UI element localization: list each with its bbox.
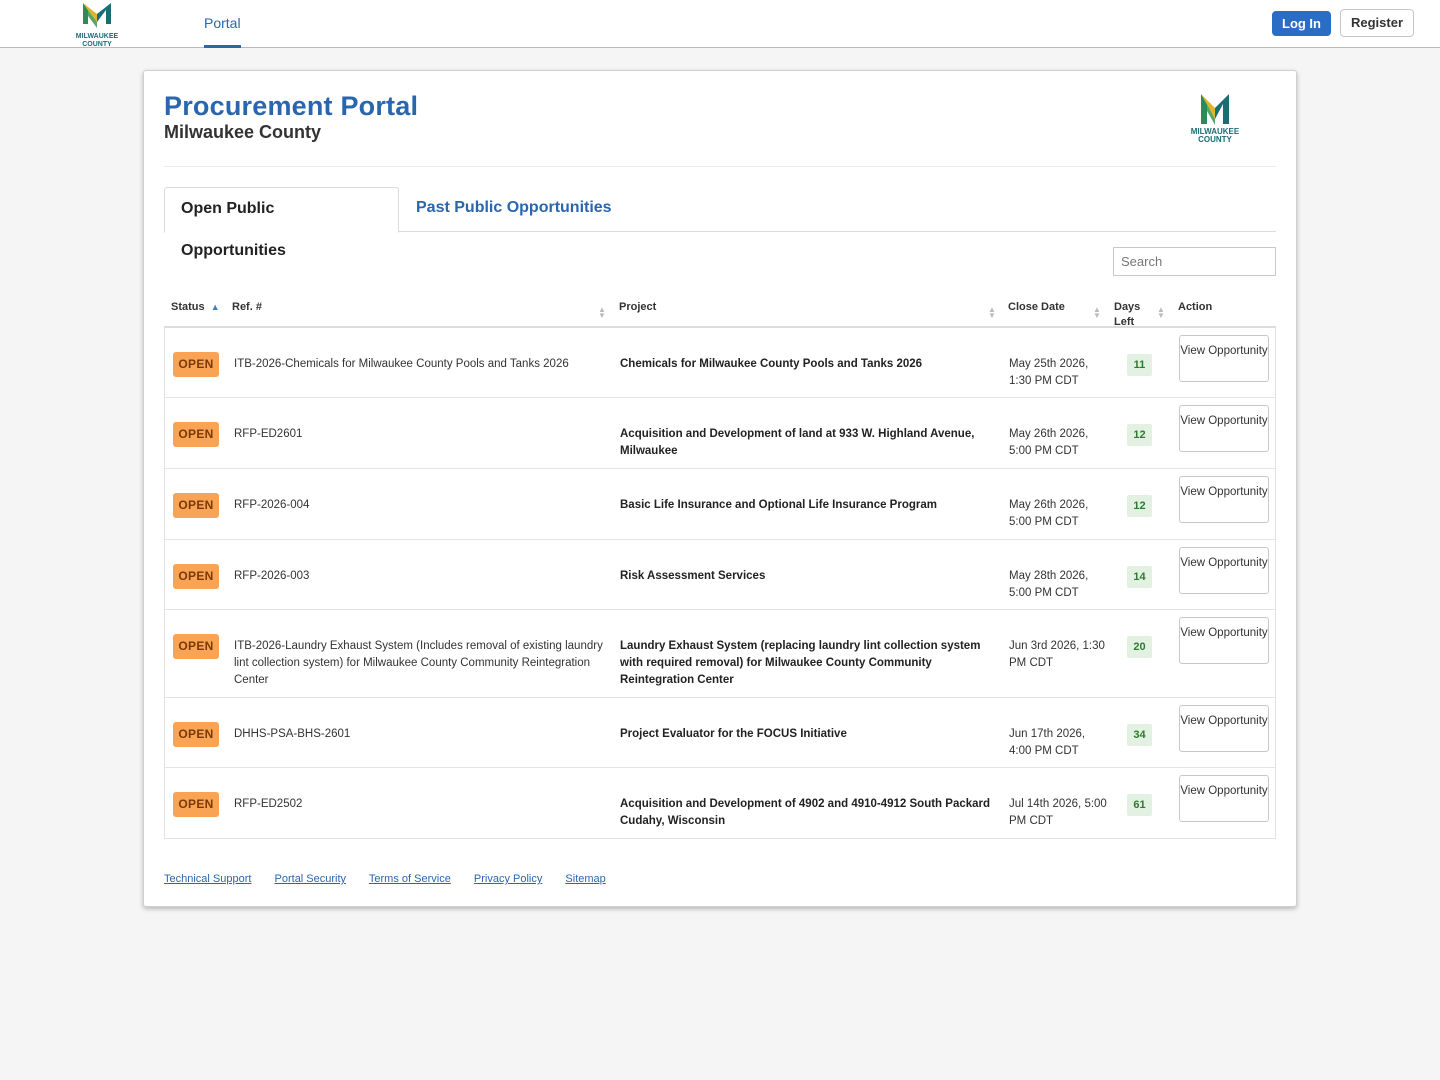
column-status-label: Status	[171, 301, 205, 313]
top-navbar: MILWAUKEE COUNTY Portal Log In Register	[0, 0, 1440, 48]
sort-icon[interactable]: ▲ ▼	[988, 306, 996, 320]
view-opportunity-button[interactable]: View Opportunity	[1179, 405, 1269, 452]
footer-link-portal-security[interactable]: Portal Security	[275, 873, 347, 885]
table-row: OPEN ITB-2026-Chemicals for Milwaukee Co…	[165, 328, 1275, 398]
status-badge: OPEN	[173, 352, 219, 377]
close-date: May 28th 2026, 5:00 PM CDT	[1009, 570, 1089, 599]
opportunity-tabs: Open Public Opportunities Past Public Op…	[164, 187, 1276, 259]
logo-text-line1: MILWAUKEE	[76, 33, 119, 40]
close-date: Jul 14th 2026, 5:00 PM CDT	[1009, 798, 1107, 827]
sort-icon[interactable]: ▲ ▼	[1157, 306, 1165, 320]
close-date: May 26th 2026, 5:00 PM CDT	[1009, 428, 1089, 457]
ref-number: RFP-ED2601	[234, 428, 303, 440]
table-row: OPEN RFP-2026-004 Basic Life Insurance a…	[165, 469, 1275, 540]
column-ref-label: Ref. #	[232, 301, 262, 313]
status-badge: OPEN	[173, 792, 219, 817]
status-badge: OPEN	[173, 493, 219, 518]
status-badge: OPEN	[173, 722, 219, 747]
project-name: Basic Life Insurance and Optional Life I…	[620, 499, 937, 511]
log-in-button[interactable]: Log In	[1272, 11, 1331, 36]
footer-link-sitemap[interactable]: Sitemap	[565, 873, 605, 885]
days-left-badge: 61	[1127, 794, 1152, 816]
page-subtitle: Milwaukee County	[164, 122, 322, 142]
column-status[interactable]: Status ▲	[171, 300, 220, 315]
table-row: OPEN DHHS-PSA-BHS-2601 Project Evaluator…	[165, 698, 1275, 768]
footer-link-technical-support[interactable]: Technical Support	[164, 873, 251, 885]
column-days-left[interactable]: Days Left	[1114, 300, 1154, 330]
column-close-date[interactable]: Close Date	[1008, 300, 1065, 315]
view-opportunity-button[interactable]: View Opportunity	[1179, 547, 1269, 594]
view-opportunity-button[interactable]: View Opportunity	[1179, 705, 1269, 752]
tab-past-opportunities[interactable]: Past Public Opportunities	[400, 187, 628, 232]
days-left-badge: 34	[1127, 724, 1152, 746]
days-left-badge: 14	[1127, 566, 1152, 588]
ref-number: ITB-2026-Chemicals for Milwaukee County …	[234, 358, 569, 370]
project-name: Laundry Exhaust System (replacing laundr…	[620, 640, 981, 686]
table-row: OPEN RFP-ED2601 Acquisition and Developm…	[165, 398, 1275, 469]
footer-link-privacy-policy[interactable]: Privacy Policy	[474, 873, 542, 885]
table-row: OPEN RFP-2026-003 Risk Assessment Servic…	[165, 540, 1275, 610]
table-row: OPEN ITB-2026-Laundry Exhaust System (In…	[165, 610, 1275, 698]
logo-text-line2: COUNTY	[82, 41, 112, 48]
project-name: Acquisition and Development of 4902 and …	[620, 798, 991, 827]
column-project[interactable]: Project	[619, 300, 656, 315]
search-input[interactable]	[1113, 247, 1276, 276]
footer-links: Technical Support Portal Security Terms …	[164, 873, 626, 885]
sort-icon[interactable]: ▲ ▼	[598, 306, 606, 320]
page-title: Procurement Portal	[164, 91, 419, 121]
status-badge: OPEN	[173, 634, 219, 659]
view-opportunity-button[interactable]: View Opportunity	[1179, 476, 1269, 523]
sort-asc-icon: ▲	[210, 302, 220, 312]
project-name: Acquisition and Development of land at 9…	[620, 428, 975, 457]
close-date: May 25th 2026, 1:30 PM CDT	[1009, 358, 1089, 387]
column-project-label: Project	[619, 301, 657, 313]
column-close-date-label: Close Date	[1008, 301, 1065, 313]
ref-number: RFP-2026-004	[234, 499, 310, 511]
status-badge: OPEN	[173, 422, 219, 447]
status-badge: OPEN	[173, 564, 219, 589]
ref-number: ITB-2026-Laundry Exhaust System (Include…	[234, 640, 603, 686]
view-opportunity-button[interactable]: View Opportunity	[1179, 617, 1269, 664]
view-opportunity-button[interactable]: View Opportunity	[1179, 775, 1269, 822]
ref-number: RFP-2026-003	[234, 570, 310, 582]
close-date: Jun 3rd 2026, 1:30 PM CDT	[1009, 640, 1105, 669]
card-logo-text-line2: COUNTY	[1198, 135, 1232, 144]
close-date: Jun 17th 2026, 4:00 PM CDT	[1009, 728, 1086, 757]
ref-number: DHHS-PSA-BHS-2601	[234, 728, 351, 740]
procurement-card: Procurement Portal Milwaukee County MILW…	[143, 70, 1297, 907]
project-name: Project Evaluator for the FOCUS Initiati…	[620, 728, 847, 740]
header-divider	[164, 166, 1276, 167]
close-date: May 26th 2026, 5:00 PM CDT	[1009, 499, 1089, 528]
days-left-badge: 20	[1127, 636, 1152, 658]
tab-open-opportunities[interactable]: Open Public Opportunities	[164, 187, 399, 259]
opportunities-table-body: OPEN ITB-2026-Chemicals for Milwaukee Co…	[164, 328, 1276, 839]
ref-number: RFP-ED2502	[234, 798, 303, 810]
days-left-badge: 12	[1127, 495, 1152, 517]
sort-icon[interactable]: ▲ ▼	[1093, 306, 1101, 320]
days-left-badge: 11	[1127, 354, 1152, 376]
table-header: Status ▲ Ref. # ▲ ▼ Project ▲ ▼ Close Date…	[164, 281, 1276, 328]
days-left-badge: 12	[1127, 424, 1152, 446]
column-action-label: Action	[1178, 301, 1213, 313]
project-name: Chemicals for Milwaukee County Pools and…	[620, 358, 923, 370]
milwaukee-county-card-logo: MILWAUKEE COUNTY	[1191, 94, 1240, 144]
table-row: OPEN RFP-ED2502 Acquisition and Developm…	[165, 768, 1275, 838]
column-ref[interactable]: Ref. #	[232, 300, 262, 315]
project-name: Risk Assessment Services	[620, 570, 766, 582]
milwaukee-county-logo[interactable]: MILWAUKEE COUNTY	[68, 0, 126, 48]
register-button[interactable]: Register	[1340, 9, 1414, 37]
footer-link-terms-of-service[interactable]: Terms of Service	[369, 873, 451, 885]
column-action: Action	[1178, 300, 1212, 315]
nav-portal-tab[interactable]: Portal	[204, 0, 241, 48]
view-opportunity-button[interactable]: View Opportunity	[1179, 335, 1269, 382]
column-days-left-label: Days Left	[1114, 301, 1141, 328]
